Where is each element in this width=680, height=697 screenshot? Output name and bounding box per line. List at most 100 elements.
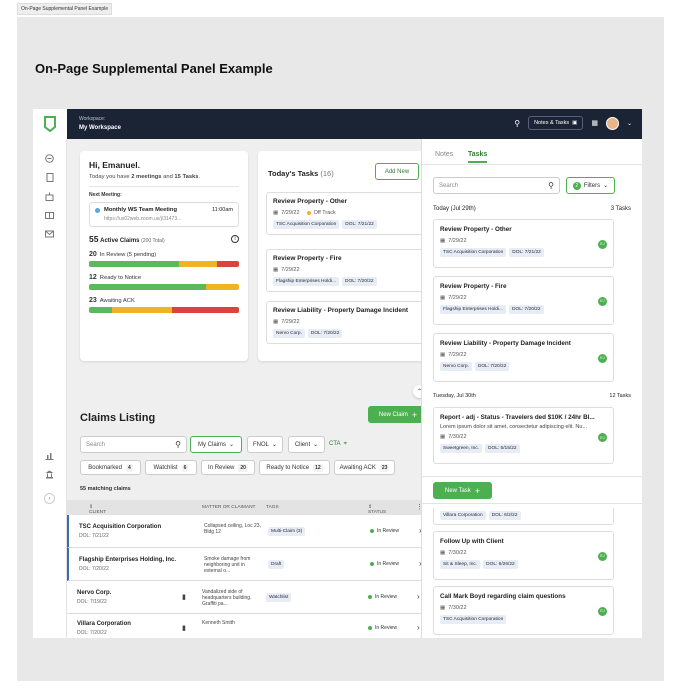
new-claim-button[interactable]: New Claim + — [368, 406, 428, 423]
task-card-report[interactable]: Report - adj - Status - Travelers ded $1… — [433, 407, 614, 464]
task-card[interactable]: Call Mark Boyd regarding claim questions… — [433, 586, 614, 635]
claims-search-input[interactable]: Search ⚲ — [80, 436, 187, 453]
task-card[interactable]: Follow Up with Client ▦ 7/30/22 Sit & Sleep… — [433, 531, 614, 580]
tag-chip: TSC Acquisition Corporation — [440, 615, 507, 624]
filters-count-badge: 2 — [572, 181, 581, 190]
bar-segment — [89, 307, 112, 313]
col-status[interactable]: STATUS ⇕ — [368, 505, 386, 515]
table-row[interactable]: Flagship Enterprises Holding, Inc. DOL: 7… — [67, 548, 422, 581]
table-row[interactable]: Villara Corporation DOL: 7/20/22 ▮ Kenneth … — [67, 614, 421, 638]
status-count: 23 — [89, 297, 97, 304]
task-title: Review Property - Other — [273, 198, 348, 205]
meetings-count: 2 meetings — [131, 174, 162, 180]
meeting-link[interactable]: https://us02web.zoom.us/j/31473... — [104, 216, 233, 222]
task-tags: TSC Acquisition Corporation DOL: 7/21/22 — [440, 248, 607, 257]
greeting-title: Hi, Emanuel. — [89, 160, 141, 170]
table-row[interactable]: Nervo Corp. DOL: 7/19/22 ▮ Vandalized side … — [67, 581, 421, 614]
task-tags: Flagship Enterprises Holdi... DOL: 7/20/2… — [440, 305, 607, 314]
claim-matter: Collapsed ceiling, Loc 23, Bldg 12 — [204, 522, 261, 535]
filters-dropdown[interactable]: 2 Filters ⌄ — [566, 177, 615, 194]
panel-search-input[interactable]: Search ⚲ — [433, 177, 560, 194]
bookmark-icon[interactable]: ▮ — [182, 624, 186, 632]
tag-chip: DOL: 6/26/22 — [483, 560, 518, 569]
chart-icon[interactable] — [44, 450, 55, 460]
user-avatar[interactable] — [605, 116, 619, 130]
claim-matter: Kenneth Smith — [202, 620, 235, 626]
tab-tasks[interactable]: Tasks — [468, 151, 488, 163]
panel-search-placeholder: Search — [439, 182, 459, 189]
bookmark-icon[interactable]: ▮ — [182, 593, 186, 601]
task-tags: TSC Acquisition Corporation DOL: 7/21/22 — [273, 220, 420, 229]
assignee-avatar: EJ — [598, 433, 607, 442]
quick-filter-count: 23 — [379, 463, 390, 472]
chevron-down-icon[interactable]: ⌄ — [627, 120, 632, 127]
assignee-avatar: EJ — [598, 551, 607, 561]
tag-chip: Sweetgreen, Inc. — [440, 444, 482, 453]
search-icon[interactable]: ⚲ — [514, 119, 520, 128]
bar-segment — [179, 261, 217, 267]
add-new-task-button[interactable]: Add New — [375, 163, 419, 180]
example-frame: On-Page Supplemental Panel Example Works… — [17, 17, 664, 681]
tag-chip: TSC Acquisition Corporation — [273, 220, 340, 229]
notes-tasks-button[interactable]: Notes & Tasks ▣ — [528, 116, 584, 130]
info-icon[interactable]: i — [231, 235, 239, 243]
search-icon: ⚲ — [548, 181, 554, 190]
task-title: Review Property - Other — [440, 226, 512, 233]
task-date-value: 7/30/22 — [448, 605, 467, 611]
tuesday-label: Tuesday, Jul 30th — [433, 393, 476, 399]
assignee-avatar: EJ — [598, 353, 607, 363]
cta-toggle[interactable]: CTA ⌖ — [329, 441, 347, 448]
task-card[interactable]: Review Property - Fire ▦ 7/29/22 Flagship E… — [433, 276, 614, 325]
tab-notes[interactable]: Notes — [435, 151, 453, 158]
col-client[interactable]: CLIENT ⇕ — [89, 505, 106, 515]
document-icon[interactable] — [44, 172, 55, 182]
quick-filter[interactable]: Bookmarked 4 — [80, 460, 141, 475]
chevron-right-icon[interactable]: › — [417, 592, 420, 601]
mail-icon[interactable] — [44, 229, 55, 239]
active-claims-label: Active Claims — [100, 238, 140, 244]
expand-sidebar-icon[interactable]: › — [44, 493, 55, 504]
building-icon[interactable] — [44, 191, 55, 201]
calendar-icon[interactable]: ▦ — [591, 119, 598, 127]
book-icon[interactable] — [44, 210, 55, 220]
bar-segment — [171, 307, 239, 313]
todays-task-card[interactable]: Review Property - Fire ▦ 7/29/22 Flagship E… — [266, 249, 427, 292]
todays-tasks-heading: Today's Tasks (16) — [268, 169, 334, 178]
claim-client: Flagship Enterprises Holding, Inc. — [79, 556, 177, 563]
client-dropdown[interactable]: Client ⌄ — [288, 436, 325, 453]
fnol-dropdown[interactable]: FNOL ⌄ — [247, 436, 283, 453]
chevron-right-icon[interactable]: › — [417, 623, 420, 632]
new-claim-label: New Claim — [378, 411, 408, 418]
todays-task-card[interactable]: Review Liability - Property Damage Incid… — [266, 301, 427, 344]
status-progress-bar — [89, 284, 239, 290]
quick-filter[interactable]: In Review 20 — [201, 460, 255, 475]
bank-icon[interactable] — [44, 469, 55, 479]
quick-filter[interactable]: Awaiting ACK 23 — [334, 460, 395, 475]
quick-filter[interactable]: Ready to Notice 12 — [259, 460, 330, 475]
task-card[interactable]: Review Liability - Property Damage Incid… — [433, 333, 614, 382]
quick-filter[interactable]: Watchlist 6 — [145, 460, 197, 475]
new-task-button[interactable]: New Task + — [433, 482, 492, 499]
tag-chip: DOL: 7/20/22 — [474, 362, 510, 371]
status-progress-bar — [89, 261, 239, 267]
my-claims-dropdown[interactable]: My Claims ⌄ — [190, 436, 242, 453]
table-row[interactable]: TSC Acquisition Corporation DOL: 7/21/22 C… — [67, 515, 422, 548]
workspace-selector[interactable]: Workspace: My Workspace — [79, 115, 121, 133]
todays-tasks-count: (16) — [320, 169, 334, 178]
page-tag: On-Page Supplemental Panel Example — [17, 3, 112, 15]
claim-dol: DOL: 7/21/22 — [79, 532, 109, 539]
todays-tasks-title: Today's Tasks — [268, 169, 319, 178]
claim-status: In Review — [370, 528, 399, 534]
meeting-card[interactable]: Monthly WS Team Meeting 11:00am https://u… — [89, 202, 239, 227]
matching-count: 55 matching claims — [80, 486, 131, 492]
task-card[interactable]: Review Property - Other ▦ 7/29/22 TSC Acqui… — [433, 219, 614, 268]
app-logo[interactable] — [33, 109, 67, 139]
task-date: ▦ 7/29/22 — [273, 319, 420, 325]
calendar-icon: ▦ — [440, 434, 446, 440]
status-bar-label: 12 Ready to Notice — [89, 274, 239, 281]
today-label: Today (Jul 29th) — [433, 206, 476, 212]
task-card-villara[interactable]: Villara Corporation DOL: 6/2/22 — [433, 508, 614, 525]
todays-task-card[interactable]: Review Property - Other ▦ 7/29/22 Off Track… — [266, 192, 427, 235]
dashboard-icon[interactable] — [44, 153, 55, 163]
calendar-icon: ▦ — [273, 267, 279, 273]
